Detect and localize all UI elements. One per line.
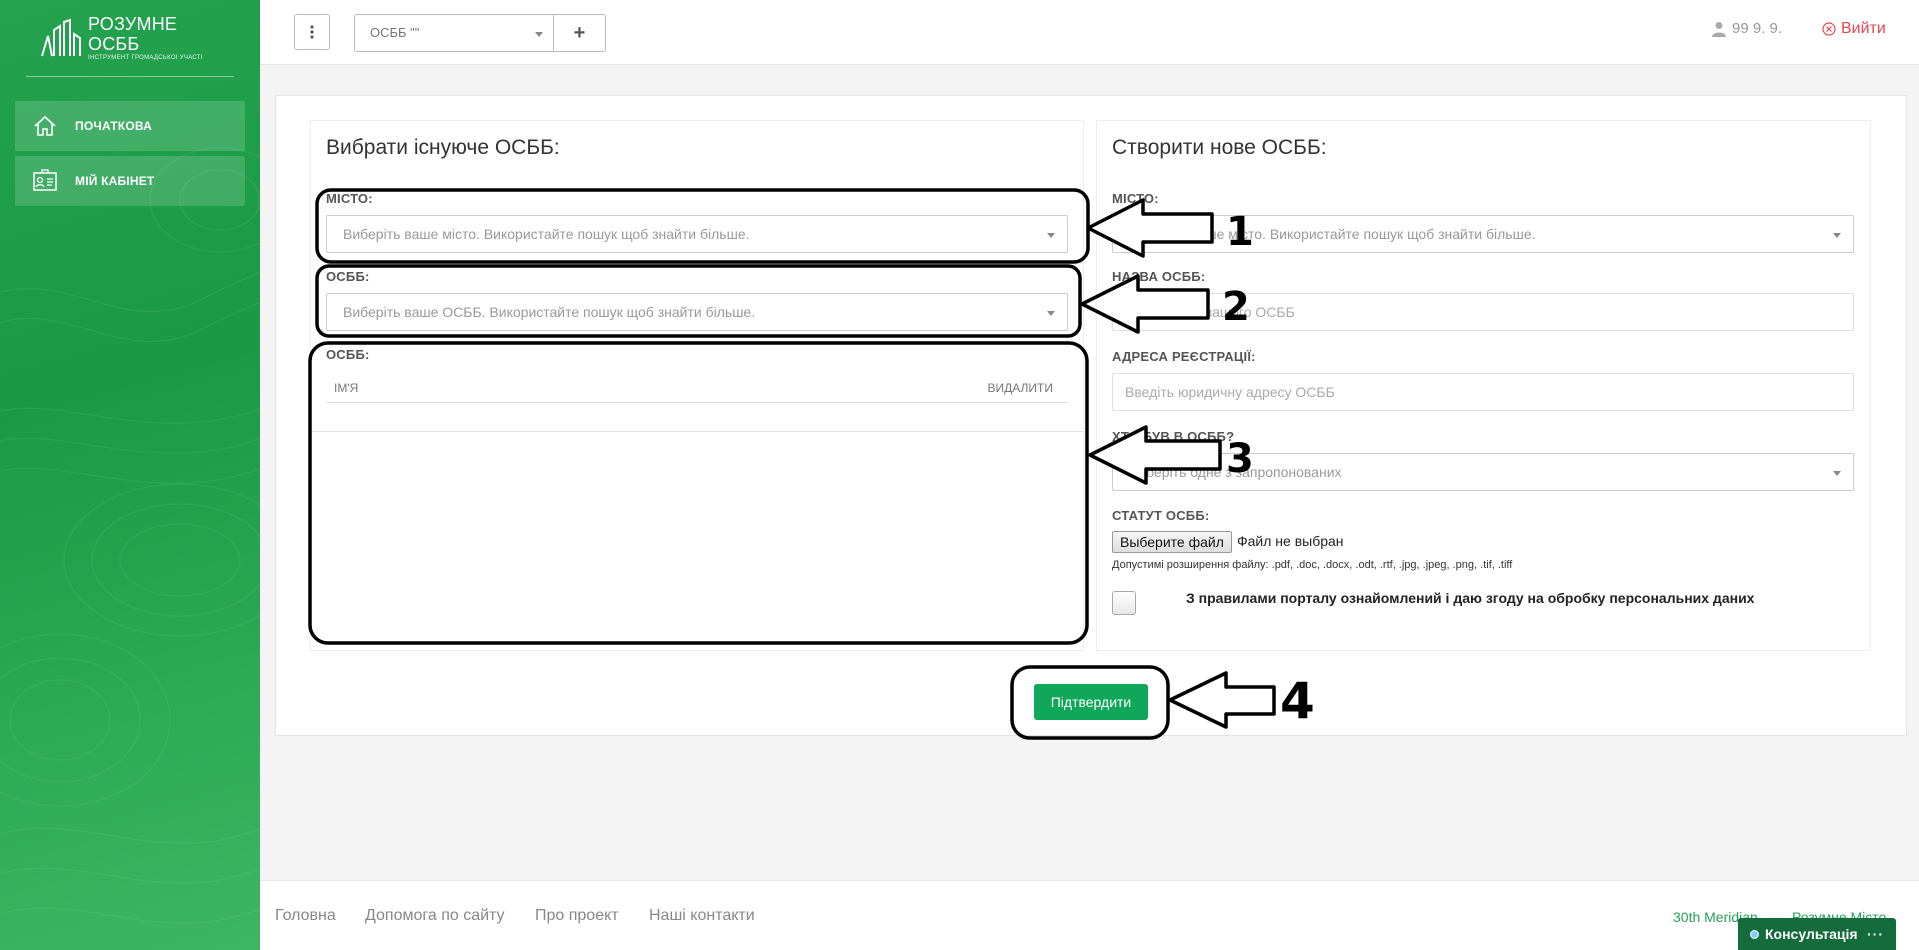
sidebar-item-label: ПОЧАТКОВА	[75, 119, 152, 133]
more-dots-icon[interactable]: ···	[1867, 926, 1884, 942]
osbb-table-label: ОСББ:	[326, 347, 370, 362]
create-new-osbb-panel: Створити нове ОСББ: МІСТО: Виберіть ваше…	[1096, 120, 1871, 651]
select-existing-osbb-panel: Вибрати існуюче ОСББ: МІСТО: Виберіть ва…	[310, 120, 1084, 651]
agree-checkbox[interactable]	[1112, 591, 1136, 615]
brand-text: РОЗУМНЕ ОСББ ІНСТРУМЕНТ ГРОМАДСЬКОЇ УЧАС…	[88, 14, 230, 62]
osbb-switcher-select[interactable]: ОСББ ""	[354, 14, 554, 52]
footer: Головна Допомога по сайту Про проект Наш…	[260, 880, 1919, 950]
osbb-name-placeholder: Введіть ім'я вашого ОСББ	[1125, 304, 1295, 320]
panel-title: Вибрати існуюче ОСББ:	[326, 136, 560, 159]
city-buildings-logo-icon	[41, 18, 81, 57]
new-city-select[interactable]: Виберіть ваше місто. Використайте пошук …	[1112, 215, 1854, 253]
city-select-placeholder: Виберіть ваше місто. Використайте пошук …	[1129, 226, 1536, 242]
panel-title: Створити нове ОСББ:	[1112, 136, 1327, 159]
logout-label: Вийти	[1841, 20, 1886, 37]
file-status: Файл не выбран	[1237, 533, 1344, 549]
sidebar-divider	[26, 76, 234, 77]
top-bar: ОСББ "" + 99 9. 9. Вийти	[260, 0, 1919, 65]
logout-link[interactable]: Вийти	[1822, 20, 1886, 38]
chevron-down-icon	[1047, 311, 1055, 316]
column-header-delete: ВИДАЛИТИ	[987, 381, 1053, 395]
osbb-name-input[interactable]: Введіть ім'я вашого ОСББ	[1112, 293, 1854, 331]
choose-file-button[interactable]: Выберите файл	[1112, 531, 1232, 553]
city-label: МІСТО:	[326, 191, 373, 206]
sidebar-item-my-cabinet[interactable]: МІЙ КАБІНЕТ	[15, 156, 245, 206]
brand-subtitle: ІНСТРУМЕНТ ГРОМАДСЬКОЇ УЧАСТІ	[88, 55, 203, 61]
city-label: МІСТО:	[1112, 191, 1159, 206]
online-status-icon	[1750, 929, 1759, 939]
statute-label: СТАТУТ ОСББ:	[1112, 508, 1210, 523]
sidebar-item-label: МІЙ КАБІНЕТ	[75, 174, 155, 188]
agree-label: З правилами порталу ознайомлений і даю з…	[1186, 590, 1755, 606]
chevron-down-icon	[1833, 471, 1841, 476]
main-content-card: Вибрати існуюче ОСББ: МІСТО: Виберіть ва…	[275, 95, 1907, 736]
user-icon	[1712, 21, 1726, 37]
submit-button[interactable]: Підтвердити	[1034, 684, 1148, 720]
address-label: АДРЕСА РЕЄСТРАЦІЇ:	[1112, 349, 1256, 364]
footer-link-help[interactable]: Допомога по сайту	[365, 907, 505, 925]
table-divider	[311, 431, 1083, 432]
user-name: 99 9. 9.	[1732, 20, 1783, 37]
brand-title: РОЗУМНЕ ОСББ	[88, 14, 178, 54]
osbb-table-header: ІМ'Я ВИДАЛИТИ	[326, 371, 1068, 403]
file-extensions-hint: Допустимі розширення файлу: .pdf, .doc, …	[1112, 559, 1513, 571]
address-input[interactable]: Введіть юридичну адресу ОСББ	[1112, 373, 1854, 411]
creator-select[interactable]: Виберіть одне з запропонованих	[1112, 453, 1854, 491]
footer-link-contacts[interactable]: Наші контакти	[649, 907, 755, 925]
consultation-chat-widget[interactable]: Консультація ···	[1738, 918, 1896, 950]
brand-logo[interactable]: РОЗУМНЕ ОСББ ІНСТРУМЕНТ ГРОМАДСЬКОЇ УЧАС…	[40, 14, 230, 62]
creator-label: ХТО БУВ В ОСББ?	[1112, 429, 1235, 444]
footer-link-home[interactable]: Головна	[275, 907, 336, 925]
chat-label: Консультація	[1765, 926, 1858, 942]
address-placeholder: Введіть юридичну адресу ОСББ	[1125, 384, 1335, 400]
id-card-icon	[31, 167, 59, 195]
osbb-label: ОСББ:	[326, 269, 370, 284]
sidebar-item-home[interactable]: ПОЧАТКОВА	[15, 101, 245, 151]
chevron-down-icon	[535, 32, 543, 37]
chevron-down-icon	[1833, 233, 1841, 238]
osbb-switcher-value: ОСББ ""	[370, 25, 420, 40]
more-options-button[interactable]	[294, 14, 330, 50]
osbb-select[interactable]: Виберіть ваше ОСББ. Використайте пошук щ…	[326, 293, 1068, 331]
home-icon	[31, 112, 59, 140]
vertical-dots-icon	[310, 25, 314, 39]
sidebar: РОЗУМНЕ ОСББ ІНСТРУМЕНТ ГРОМАДСЬКОЇ УЧАС…	[0, 0, 260, 950]
creator-select-placeholder: Виберіть одне з запропонованих	[1129, 464, 1342, 480]
close-circle-icon	[1822, 22, 1836, 36]
osbb-select-placeholder: Виберіть ваше ОСББ. Використайте пошук щ…	[343, 304, 756, 320]
add-osbb-button[interactable]: +	[554, 14, 606, 52]
column-header-name: ІМ'Я	[334, 381, 359, 395]
osbb-name-label: НАЗВА ОСББ:	[1112, 269, 1206, 284]
chevron-down-icon	[1047, 233, 1055, 238]
footer-link-about[interactable]: Про проект	[535, 907, 619, 925]
user-menu[interactable]: 99 9. 9.	[1712, 20, 1782, 37]
city-select-placeholder: Виберіть ваше місто. Використайте пошук …	[343, 226, 750, 242]
city-select[interactable]: Виберіть ваше місто. Використайте пошук …	[326, 215, 1068, 253]
